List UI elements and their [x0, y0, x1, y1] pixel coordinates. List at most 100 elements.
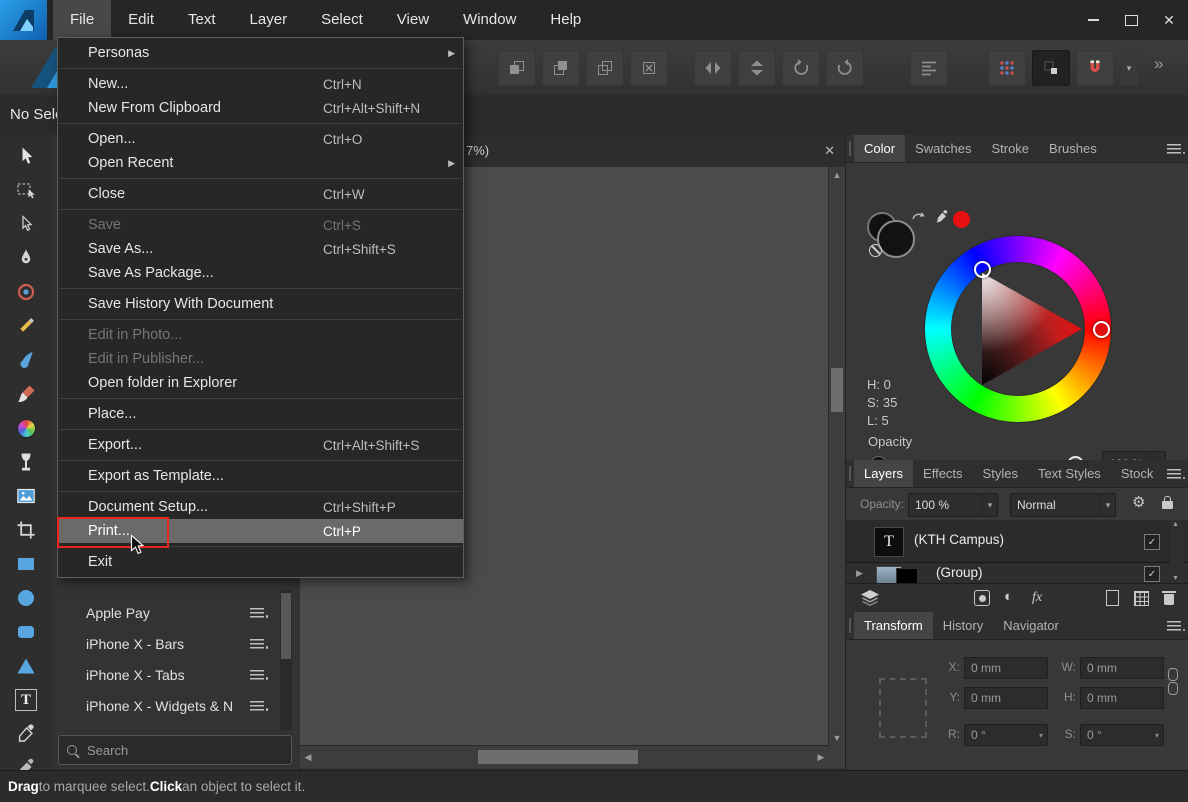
file-menu-item-save-as-package[interactable]: Save As Package... — [58, 261, 463, 285]
document-tab-close-icon[interactable]: ✕ — [824, 135, 835, 167]
tab-color[interactable]: Color — [854, 135, 905, 162]
panel-menu-icon[interactable] — [1167, 621, 1181, 631]
pencil-tool-icon[interactable] — [8, 311, 44, 341]
link-dimensions-icon[interactable] — [1168, 682, 1178, 695]
shear-input[interactable]: 0 °▾ — [1080, 724, 1164, 746]
tab-transform[interactable]: Transform — [854, 612, 933, 639]
alignment-icon[interactable] — [910, 50, 948, 86]
left-panel-item-iphone-x-widgets-n[interactable]: iPhone X - Widgets & N — [52, 690, 278, 721]
item-menu-icon[interactable] — [250, 608, 264, 618]
file-menu-item-export-as-template[interactable]: Export as Template... — [58, 464, 463, 488]
item-menu-icon[interactable] — [250, 701, 264, 711]
horizontal-scrollbar-thumb[interactable] — [478, 750, 638, 764]
rotate-cw-icon[interactable] — [826, 50, 864, 86]
ellipse-tool-icon[interactable] — [8, 583, 44, 613]
maximize-button[interactable] — [1112, 0, 1150, 40]
menubar-item-file[interactable]: File — [53, 0, 111, 40]
move-tool-icon[interactable] — [8, 141, 44, 171]
close-button[interactable]: ✕ — [1150, 0, 1188, 40]
snapping-presets-icon[interactable] — [1032, 50, 1070, 86]
layer-visibility-checkbox[interactable]: ✓ — [1144, 534, 1160, 550]
y-input[interactable]: 0 mm — [964, 687, 1048, 709]
layer-visibility-checkbox[interactable]: ✓ — [1144, 566, 1160, 582]
left-panel-scrollbar-thumb[interactable] — [281, 593, 291, 659]
layer-name[interactable]: (Group) — [936, 565, 983, 580]
insert-behind-icon[interactable] — [498, 50, 536, 86]
layer-row[interactable]: ▶ (Group) ✓ — [846, 563, 1188, 583]
tab-text-styles[interactable]: Text Styles — [1028, 460, 1111, 487]
tab-swatches[interactable]: Swatches — [905, 135, 981, 162]
file-menu-item-new[interactable]: New...Ctrl+N — [58, 72, 463, 96]
file-menu-item-save-as[interactable]: Save As...Ctrl+Shift+S — [58, 237, 463, 261]
panel-menu-icon[interactable] — [1167, 469, 1181, 479]
tab-history[interactable]: History — [933, 612, 993, 639]
left-panel-item-apple-pay[interactable]: Apple Pay — [52, 597, 278, 628]
paint-brush-tool-icon[interactable] — [8, 379, 44, 409]
left-panel-item-iphone-x-tabs[interactable]: iPhone X - Tabs — [52, 659, 278, 690]
layer-row[interactable]: T (KTH Campus) ✓ — [846, 520, 1188, 563]
transparency-tool-icon[interactable] — [8, 447, 44, 477]
canvas-vertical-scrollbar[interactable]: ▲ ▼ — [828, 167, 845, 746]
node-tool-icon[interactable] — [8, 209, 44, 239]
menubar-item-help[interactable]: Help — [533, 0, 598, 40]
crop-tool-icon[interactable] — [8, 515, 44, 545]
left-panel-scrollbar[interactable] — [280, 590, 292, 730]
mask-layer-icon[interactable] — [974, 590, 990, 606]
pen-tool-icon[interactable] — [8, 243, 44, 273]
blend-options-gear-icon[interactable]: ⚙ — [1132, 493, 1145, 511]
tab-styles[interactable]: Styles — [973, 460, 1028, 487]
fill-tool-icon[interactable] — [8, 413, 44, 443]
rotation-input[interactable]: 0 °▾ — [964, 724, 1048, 746]
toolbar-overflow-chevron-icon[interactable]: » — [1154, 54, 1163, 74]
rounded-rectangle-tool-icon[interactable] — [8, 617, 44, 647]
color-picker-tool-icon[interactable] — [8, 719, 44, 749]
new-layer-icon[interactable] — [1106, 590, 1119, 606]
color-picker-icon[interactable] — [934, 209, 950, 230]
file-menu-item-document-setup[interactable]: Document Setup...Ctrl+Shift+P — [58, 495, 463, 519]
triangle-tool-icon[interactable] — [8, 651, 44, 681]
canvas-horizontal-scrollbar[interactable]: ◀ ▶ — [300, 745, 829, 768]
left-panel-item-iphone-x-bars[interactable]: iPhone X - Bars — [52, 628, 278, 659]
point-transform-tool-icon[interactable] — [8, 277, 44, 307]
replace-selection-icon[interactable] — [630, 50, 668, 86]
hue-selector-marker[interactable] — [1093, 321, 1110, 338]
file-menu-item-edit-in-photo[interactable]: Edit in Photo... — [58, 323, 463, 347]
menubar-item-window[interactable]: Window — [446, 0, 533, 40]
rectangle-tool-icon[interactable] — [8, 549, 44, 579]
file-menu-item-save[interactable]: SaveCtrl+S — [58, 213, 463, 237]
file-menu-item-save-history-with-document[interactable]: Save History With Document — [58, 292, 463, 316]
no-color-icon[interactable] — [869, 244, 882, 257]
file-menu-item-open[interactable]: Open...Ctrl+O — [58, 127, 463, 151]
tab-layers[interactable]: Layers — [854, 460, 913, 487]
menubar-item-layer[interactable]: Layer — [233, 0, 305, 40]
file-menu-item-open-folder-in-explorer[interactable]: Open folder in Explorer — [58, 371, 463, 395]
menubar-item-select[interactable]: Select — [304, 0, 380, 40]
item-menu-icon[interactable] — [250, 670, 264, 680]
scroll-down-icon[interactable]: ▼ — [829, 730, 845, 746]
layer-effects-icon[interactable]: fx — [1032, 590, 1042, 606]
delete-layer-icon[interactable] — [1164, 594, 1174, 605]
scroll-right-icon[interactable]: ▶ — [813, 749, 829, 765]
file-menu-item-personas[interactable]: Personas▶ — [58, 41, 463, 65]
tab-effects[interactable]: Effects — [913, 460, 973, 487]
x-input[interactable]: 0 mm — [964, 657, 1048, 679]
scroll-up-icon[interactable]: ▲ — [829, 167, 845, 183]
new-group-icon[interactable] — [1134, 591, 1149, 606]
file-menu-item-place[interactable]: Place... — [58, 402, 463, 426]
link-dimensions-icon[interactable] — [1168, 668, 1178, 681]
adjustment-layer-icon[interactable]: ◐ — [1004, 588, 1013, 605]
item-menu-icon[interactable] — [250, 639, 264, 649]
artboard-tool-icon[interactable] — [8, 175, 44, 205]
minimize-button[interactable] — [1074, 0, 1112, 40]
menubar-item-view[interactable]: View — [380, 0, 446, 40]
file-menu-item-exit[interactable]: Exit — [58, 550, 463, 574]
menubar-item-text[interactable]: Text — [171, 0, 233, 40]
insert-inside-icon[interactable] — [542, 50, 580, 86]
search-input[interactable] — [85, 742, 269, 759]
image-tool-icon[interactable] — [8, 481, 44, 511]
tab-navigator[interactable]: Navigator — [993, 612, 1069, 639]
layer-name[interactable]: (KTH Campus) — [914, 532, 1004, 547]
layers-stack-icon[interactable] — [858, 588, 882, 612]
flip-vertical-icon[interactable] — [738, 50, 776, 86]
h-input[interactable]: 0 mm — [1080, 687, 1164, 709]
